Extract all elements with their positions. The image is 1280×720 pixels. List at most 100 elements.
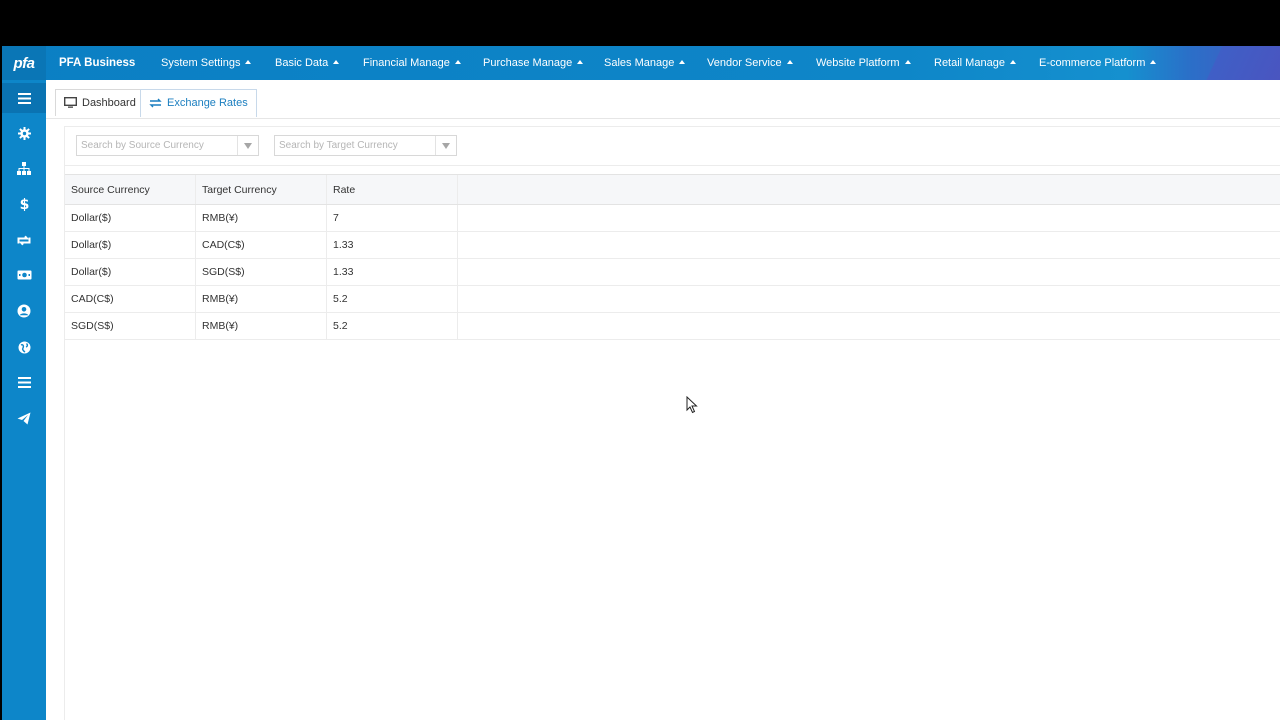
sidebar-menu-toggle[interactable] <box>2 83 46 113</box>
caret-up-icon <box>333 60 340 64</box>
table-row[interactable]: CAD(C$) RMB(¥) 5.2 <box>65 286 1280 313</box>
corner-decoration <box>1190 46 1280 80</box>
nav-system-settings[interactable]: System Settings <box>161 46 252 80</box>
cell-source-currency: Dollar($) <box>65 259 196 285</box>
table-row[interactable]: Dollar($) SGD(S$) 1.33 <box>65 259 1280 286</box>
sidebar-item-send[interactable] <box>2 403 46 433</box>
tab-label: Dashboard <box>82 97 136 109</box>
cell-rate: 5.2 <box>327 286 458 312</box>
nav-website-platform[interactable]: Website Platform <box>816 46 911 80</box>
caret-up-icon <box>1150 60 1157 64</box>
target-currency-dropdown-button[interactable] <box>435 136 456 155</box>
user-circle-icon <box>17 304 31 318</box>
nav-label: Vendor Service <box>707 57 782 69</box>
nav-sales-manage[interactable]: Sales Manage <box>604 46 686 80</box>
caret-up-icon <box>454 60 461 64</box>
caret-up-icon <box>1009 60 1016 64</box>
source-currency-combobox[interactable] <box>76 135 259 156</box>
cell-filler <box>458 259 1280 285</box>
caret-up-icon <box>786 60 793 64</box>
tab-bar: Dashboard Exchange Rates <box>46 80 1280 119</box>
nav-label: Sales Manage <box>604 57 675 69</box>
main-content: Dashboard Exchange Rates Search by Sourc… <box>46 80 1280 720</box>
sidebar-item-list[interactable] <box>2 367 46 397</box>
sidebar-item-organization[interactable] <box>2 153 46 183</box>
caret-up-icon <box>679 60 686 64</box>
tab-exchange-rates[interactable]: Exchange Rates <box>140 89 257 117</box>
exchange-icon <box>149 98 162 108</box>
table-row[interactable]: SGD(S$) RMB(¥) 5.2 <box>65 313 1280 340</box>
sidebar-item-finance[interactable]: $ <box>2 189 46 219</box>
tab-dashboard[interactable]: Dashboard <box>55 89 145 116</box>
caret-up-icon <box>577 60 584 64</box>
cell-filler <box>458 205 1280 231</box>
cell-target-currency: RMB(¥) <box>196 205 327 231</box>
column-header-rate[interactable]: Rate <box>327 175 458 204</box>
cell-source-currency: Dollar($) <box>65 205 196 231</box>
nav-ecommerce-platform[interactable]: E-commerce Platform <box>1039 46 1157 80</box>
chevron-down-icon <box>244 142 252 149</box>
dollar-icon: $ <box>20 197 29 211</box>
filter-toolbar <box>65 126 1280 166</box>
cell-filler <box>458 286 1280 312</box>
send-icon <box>17 412 31 424</box>
brand-title[interactable]: PFA Business <box>59 46 135 80</box>
globe-icon <box>18 341 30 353</box>
cell-source-currency: Dollar($) <box>65 232 196 258</box>
nav-label: E-commerce Platform <box>1039 57 1146 69</box>
caret-up-icon <box>904 60 911 64</box>
nav-label: Retail Manage <box>934 57 1005 69</box>
mouse-cursor-icon <box>686 396 698 414</box>
app-window: pfa PFA Business System Settings Basic D… <box>2 46 1280 720</box>
cell-filler <box>458 313 1280 339</box>
exchange-icon <box>17 235 31 245</box>
top-navbar: pfa PFA Business System Settings Basic D… <box>2 46 1280 80</box>
menu-toggle-icon <box>17 92 31 104</box>
gear-icon <box>17 126 31 140</box>
cell-rate: 5.2 <box>327 313 458 339</box>
nav-vendor-service[interactable]: Vendor Service <box>707 46 793 80</box>
logo-text: pfa <box>13 54 36 72</box>
cell-rate: 1.33 <box>327 232 458 258</box>
sidebar-item-exchange[interactable] <box>2 225 46 255</box>
org-chart-icon <box>17 161 31 175</box>
cell-target-currency: RMB(¥) <box>196 286 327 312</box>
sidebar-item-users[interactable] <box>2 296 46 326</box>
nav-label: Purchase Manage <box>483 57 573 69</box>
column-header-filler <box>458 175 1280 204</box>
sidebar-item-settings[interactable] <box>2 118 46 148</box>
table-row[interactable]: Dollar($) RMB(¥) 7 <box>65 205 1280 232</box>
column-header-source-currency[interactable]: Source Currency <box>65 175 196 204</box>
nav-label: Basic Data <box>275 57 329 69</box>
sidebar: $ <box>2 80 46 720</box>
nav-purchase-manage[interactable]: Purchase Manage <box>483 46 584 80</box>
source-currency-search-input[interactable] <box>77 136 240 155</box>
target-currency-search-input[interactable] <box>275 136 438 155</box>
table-row[interactable]: Dollar($) CAD(C$) 1.33 <box>65 232 1280 259</box>
tab-label: Exchange Rates <box>167 97 248 109</box>
source-currency-dropdown-button[interactable] <box>237 136 258 155</box>
chevron-down-icon <box>442 142 450 149</box>
column-header-target-currency[interactable]: Target Currency <box>196 175 327 204</box>
cell-source-currency: CAD(C$) <box>65 286 196 312</box>
nav-retail-manage[interactable]: Retail Manage <box>934 46 1016 80</box>
list-icon <box>17 376 31 388</box>
svg-text:$: $ <box>20 197 29 211</box>
target-currency-combobox[interactable] <box>274 135 457 156</box>
nav-financial-manage[interactable]: Financial Manage <box>363 46 461 80</box>
cell-target-currency: CAD(C$) <box>196 232 327 258</box>
cell-filler <box>458 232 1280 258</box>
money-icon <box>17 270 31 280</box>
exchange-rates-panel: Source Currency Target Currency Rate Dol… <box>64 126 1280 720</box>
sidebar-item-money[interactable] <box>2 260 46 290</box>
cell-source-currency: SGD(S$) <box>65 313 196 339</box>
sidebar-item-website[interactable] <box>2 332 46 362</box>
caret-up-icon <box>245 60 252 64</box>
cell-target-currency: SGD(S$) <box>196 259 327 285</box>
nav-label: Website Platform <box>816 57 900 69</box>
screen: pfa PFA Business System Settings Basic D… <box>0 0 1280 720</box>
cell-rate: 1.33 <box>327 259 458 285</box>
logo[interactable]: pfa <box>2 46 46 80</box>
cell-rate: 7 <box>327 205 458 231</box>
nav-basic-data[interactable]: Basic Data <box>275 46 340 80</box>
